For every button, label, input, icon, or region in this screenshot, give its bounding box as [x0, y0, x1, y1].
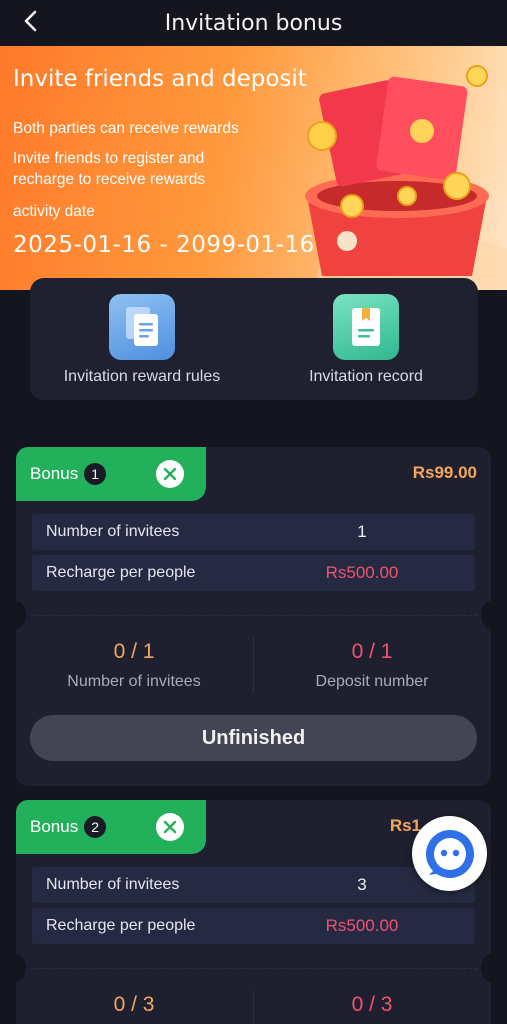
divider	[30, 615, 477, 616]
stat-deposit: 0 / 1 Deposit number	[254, 640, 490, 691]
bonus-tag: Bonus 1	[16, 447, 206, 501]
info-row-invitees: Number of invitees 1	[32, 514, 475, 550]
quick-actions-card: Invitation reward rules Invitation recor…	[30, 278, 478, 400]
bonus-card-1: Bonus 1 Rs99.00 Number of invitees 1 Rec…	[6, 447, 501, 786]
document-icon	[109, 294, 175, 360]
promo-banner: Invite friends and deposit Both parties …	[0, 46, 507, 290]
page-title: Invitation bonus	[164, 10, 343, 36]
activity-date-range: 2025-01-16 - 2099-01-16	[13, 232, 315, 258]
bonus-tag-label: Bonus	[30, 464, 79, 483]
stat-deposit: 0 / 3	[254, 993, 490, 1017]
top-bar: Invitation bonus	[0, 0, 507, 46]
invitation-rules-label: Invitation reward rules	[63, 368, 221, 385]
bonus-number-badge: 1	[84, 463, 107, 485]
bonus-amount: Rs99.00	[412, 463, 477, 482]
banner-title: Invite friends and deposit	[13, 66, 307, 92]
gift-box-illustration	[305, 65, 507, 290]
stat-value: 0 / 1	[351, 640, 393, 663]
info-label: Number of invitees	[46, 523, 180, 540]
info-label: Number of invitees	[46, 876, 180, 893]
banner-description-2: recharge to receive rewards	[13, 171, 206, 188]
ticket-notch	[481, 954, 501, 982]
activity-date-label: activity date	[13, 203, 95, 220]
info-row-recharge: Recharge per people Rs500.00	[32, 908, 475, 944]
record-book-icon	[333, 294, 399, 360]
info-row-recharge: Recharge per people Rs500.00	[32, 555, 475, 591]
ticket-notch	[481, 601, 501, 629]
stat-value: 0 / 3	[113, 993, 155, 1016]
ticket-notch	[6, 954, 26, 982]
info-value: Rs500.00	[325, 563, 399, 582]
stat-value: 0 / 1	[113, 640, 155, 663]
info-label: Recharge per people	[46, 917, 196, 934]
back-button[interactable]	[16, 6, 46, 36]
stat-invitees: 0 / 3	[16, 993, 252, 1017]
stat-label: Deposit number	[315, 673, 429, 690]
unfinished-button[interactable]: Unfinished	[30, 715, 477, 761]
customer-service-icon	[425, 829, 474, 878]
bonus-tag: Bonus 2	[16, 800, 206, 854]
close-icon[interactable]	[156, 813, 184, 841]
stat-invitees: 0 / 1 Number of invitees	[16, 640, 252, 691]
info-label: Recharge per people	[46, 564, 196, 581]
ticket-notch	[6, 601, 26, 629]
info-value: Rs500.00	[325, 916, 399, 935]
bonus-amount: Rs1	[389, 816, 421, 835]
customer-service-button[interactable]	[412, 816, 487, 891]
stat-label: Number of invitees	[67, 673, 201, 690]
divider	[30, 968, 477, 969]
invitation-record-label: Invitation record	[309, 368, 423, 385]
banner-subtitle: Both parties can receive rewards	[13, 120, 239, 137]
info-value: 1	[357, 522, 367, 541]
banner-description-1: Invite friends to register and	[13, 150, 205, 167]
bonus-number-badge: 2	[84, 816, 107, 838]
bonus-tag-label: Bonus	[30, 817, 79, 836]
invitation-rules-button[interactable]: Invitation reward rules	[30, 278, 254, 400]
close-icon[interactable]	[156, 460, 184, 488]
stat-value: 0 / 3	[351, 993, 393, 1016]
chevron-left-icon	[24, 10, 37, 32]
invitation-record-button[interactable]: Invitation record	[254, 278, 478, 400]
info-row-invitees: Number of invitees 3	[32, 867, 475, 903]
info-value: 3	[357, 875, 367, 894]
